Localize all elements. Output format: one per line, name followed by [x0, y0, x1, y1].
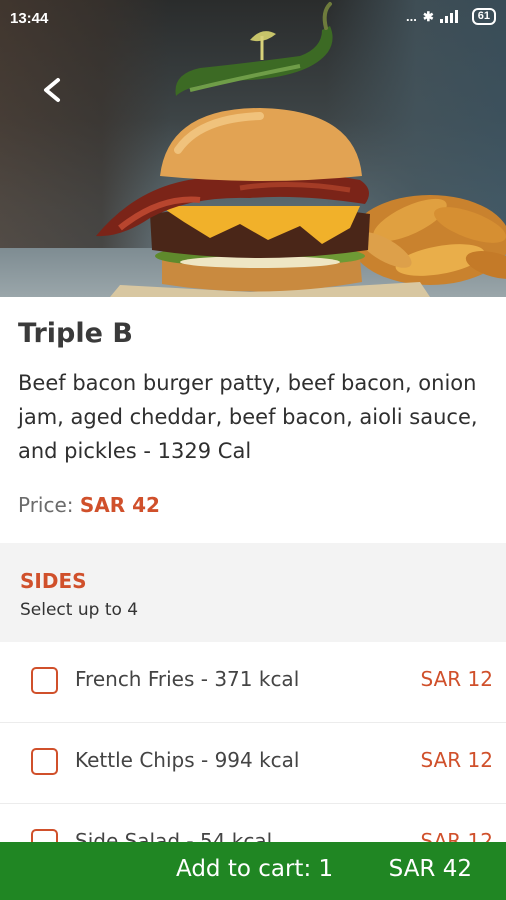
add-to-cart-label: Add to cart: 1 [176, 856, 334, 882]
side-option-row[interactable]: French Fries - 371 kcal SAR 12 [0, 642, 506, 723]
side-option-row[interactable]: Kettle Chips - 994 kcal SAR 12 [0, 723, 506, 804]
signal-icon [439, 10, 458, 23]
signal-dots: ... [406, 9, 417, 24]
cart-total: SAR 42 [388, 856, 472, 882]
add-to-cart-button[interactable]: Add to cart: 1 SAR 42 [0, 842, 506, 900]
side-option-checkbox[interactable] [31, 667, 58, 694]
sides-section-header: SIDES Select up to 4 [0, 543, 506, 642]
bluetooth-icon: ✱ [422, 8, 434, 24]
chips-illustration [350, 195, 506, 285]
item-title: Triple B [18, 318, 133, 349]
hero-image: 13:44 ... ✱ 61 [0, 0, 506, 297]
burger-photo [96, 2, 506, 297]
side-option-checkbox[interactable] [31, 748, 58, 775]
item-description: Beef bacon burger patty, beef bacon, oni… [18, 371, 478, 463]
price-value: SAR 42 [79, 493, 160, 517]
item-price: Price: SAR 42 [18, 493, 160, 517]
side-option-label: Kettle Chips - 994 kcal [75, 748, 300, 772]
status-icons: ... ✱ 61 [406, 8, 496, 25]
side-option-label: French Fries - 371 kcal [75, 667, 300, 691]
side-option-price: SAR 12 [420, 748, 493, 772]
price-label: Price: [18, 493, 74, 517]
sides-subtitle: Select up to 4 [20, 600, 139, 620]
chevron-left-icon[interactable] [36, 74, 68, 106]
status-time: 13:44 [10, 10, 49, 27]
sides-title: SIDES [20, 569, 87, 593]
status-bar: 13:44 ... ✱ 61 [0, 0, 506, 36]
battery-icon: 61 [471, 8, 496, 25]
side-option-price: SAR 12 [420, 667, 493, 691]
